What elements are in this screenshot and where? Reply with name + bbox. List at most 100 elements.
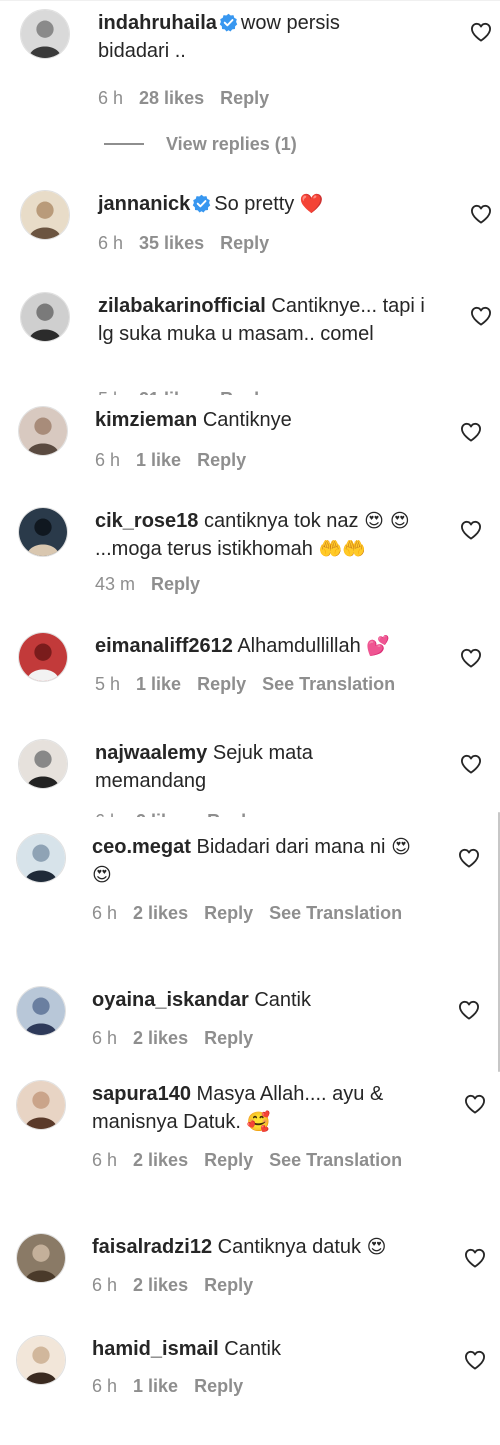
reply-button[interactable]: Reply [197,674,246,694]
likes-count[interactable]: 2 likes [136,811,191,817]
heart-outline-icon[interactable] [458,848,480,868]
heart-outline-icon[interactable] [464,1350,486,1370]
see-translation-button[interactable]: See Translation [269,1150,402,1170]
reply-button[interactable]: Reply [220,389,269,395]
view-replies-label: View replies (1) [166,133,297,154]
heart-outline-icon[interactable] [464,1094,486,1114]
reply-button[interactable]: Reply [204,903,253,923]
timestamp[interactable]: 6 h [92,1150,117,1170]
comment-text: cik_rose18 cantiknya tok naz 😍 😍 ...moga… [95,507,435,563]
username-link[interactable]: faisalradzi12 [92,1236,212,1258]
avatar[interactable] [18,632,68,682]
avatar[interactable] [18,406,68,456]
comment-message: Cantiknya datuk [217,1236,362,1258]
comment-item: eimanaliff2612 Alhamdullillah 💕 5 h 1 like… [0,632,500,742]
comment-message: So pretty [214,193,295,215]
heart-outline-icon[interactable] [470,306,492,326]
comment-text: oyaina_iskandar Cantik [92,986,452,1014]
likes-count[interactable]: 2 likes [133,903,188,923]
reply-button[interactable]: Reply [220,233,269,253]
reply-button[interactable]: Reply [204,1028,253,1048]
heart-outline-icon[interactable] [460,520,482,540]
timestamp[interactable]: 5 h [95,674,120,694]
timestamp[interactable]: 6 h [92,1376,117,1396]
reply-button[interactable]: Reply [220,88,269,108]
avatar[interactable] [16,1233,66,1283]
avatar[interactable] [16,986,66,1036]
heart-outline-icon[interactable] [458,1000,480,1020]
comment-body: sapura140 Masya Allah.... ayu & manisnya… [92,1080,432,1170]
likes-count[interactable]: 2 likes [133,1150,188,1170]
reply-button[interactable]: Reply [204,1150,253,1170]
reply-button[interactable]: Reply [197,450,246,470]
timestamp[interactable]: 6 h [95,450,120,470]
replies-divider-line [104,143,144,145]
avatar[interactable] [20,9,70,59]
reply-button[interactable]: Reply [207,811,256,817]
comment-message: cantiknya tok naz [203,510,359,532]
avatar[interactable] [18,739,68,789]
comment-text: faisalradzi12 Cantiknya datuk 😍 [92,1233,442,1261]
comment-body: zilabakarinofficial Cantiknye... tapi i … [98,292,428,395]
heart-outline-icon[interactable] [460,754,482,774]
timestamp[interactable]: 6 h [98,88,123,108]
username-link[interactable]: kimzieman [95,409,197,431]
comment-text: eimanaliff2612 Alhamdullillah 💕 [95,632,455,660]
comment-body: indahruhaila wow persis bidadari .. 6 h 28 … [98,9,398,108]
comment-meta: 6 h 2 likes Reply [95,811,272,817]
username-link[interactable]: hamid_ismail [92,1338,219,1360]
username-link[interactable]: eimanaliff2612 [95,635,233,657]
comment-meta: 5 h 1 like Reply See Translation [95,674,411,695]
comment-item: cik_rose18 cantiknya tok naz 😍 😍 ...moga… [0,507,500,617]
see-translation-button[interactable]: See Translation [269,903,402,923]
likes-count[interactable]: 2 likes [133,1028,188,1048]
likes-count[interactable]: 35 likes [139,233,204,253]
heart-outline-icon[interactable] [464,1248,486,1268]
likes-count[interactable]: 1 like [136,674,181,694]
likes-count[interactable]: 1 like [136,450,181,470]
avatar[interactable] [16,833,66,883]
heart-outline-icon[interactable] [470,22,492,42]
avatar[interactable] [18,507,68,557]
see-translation-button[interactable]: See Translation [262,674,395,694]
likes-count[interactable]: 2 likes [133,1275,188,1295]
heart-outline-icon[interactable] [460,422,482,442]
comment-item: jannanick So pretty ❤️ 6 h 35 likes Reply [0,190,500,300]
timestamp[interactable]: 5 h [98,389,123,395]
timestamp[interactable]: 6 h [92,1028,117,1048]
likes-count[interactable]: 21 likes [139,389,204,395]
timestamp[interactable]: 6 h [92,903,117,923]
emoji: 😍 😍 [364,510,410,532]
avatar[interactable] [20,292,70,342]
likes-count[interactable]: 28 likes [139,88,204,108]
username-link[interactable]: najwaalemy [95,742,207,764]
timestamp[interactable]: 6 h [98,233,123,253]
username-link[interactable]: zilabakarinofficial [98,295,266,317]
avatar[interactable] [20,190,70,240]
timestamp[interactable]: 43 m [95,574,135,594]
verified-badge-icon [192,194,211,213]
avatar[interactable] [16,1080,66,1130]
timestamp[interactable]: 6 h [95,811,120,817]
comment-item: sapura140 Masya Allah.... ayu & manisnya… [0,1080,500,1190]
username-link[interactable]: jannanick [98,193,190,215]
heart-outline-icon[interactable] [470,204,492,224]
comment-meta: 6 h 35 likes Reply [98,233,285,254]
username-link[interactable]: cik_rose18 [95,510,198,532]
heart-outline-icon[interactable] [460,648,482,668]
reply-button[interactable]: Reply [194,1376,243,1396]
timestamp[interactable]: 6 h [92,1275,117,1295]
username-link[interactable]: indahruhaila [98,12,217,34]
username-link[interactable]: oyaina_iskandar [92,989,249,1011]
avatar[interactable] [16,1335,66,1385]
view-replies-button[interactable]: View replies (1) [104,132,297,156]
username-link[interactable]: ceo.megat [92,836,191,858]
emoji: ❤️ [299,193,324,215]
reply-button[interactable]: Reply [151,574,200,594]
comment-meta: 6 h 2 likes Reply See Translation [92,1150,418,1171]
comment-item: ceo.megat Bidadari dari mana ni 😍 😍 6 h 2 … [0,833,500,943]
comment-body: hamid_ismail Cantik 6 h 1 like Reply [92,1335,452,1396]
username-link[interactable]: sapura140 [92,1083,191,1105]
reply-button[interactable]: Reply [204,1275,253,1295]
likes-count[interactable]: 1 like [133,1376,178,1396]
